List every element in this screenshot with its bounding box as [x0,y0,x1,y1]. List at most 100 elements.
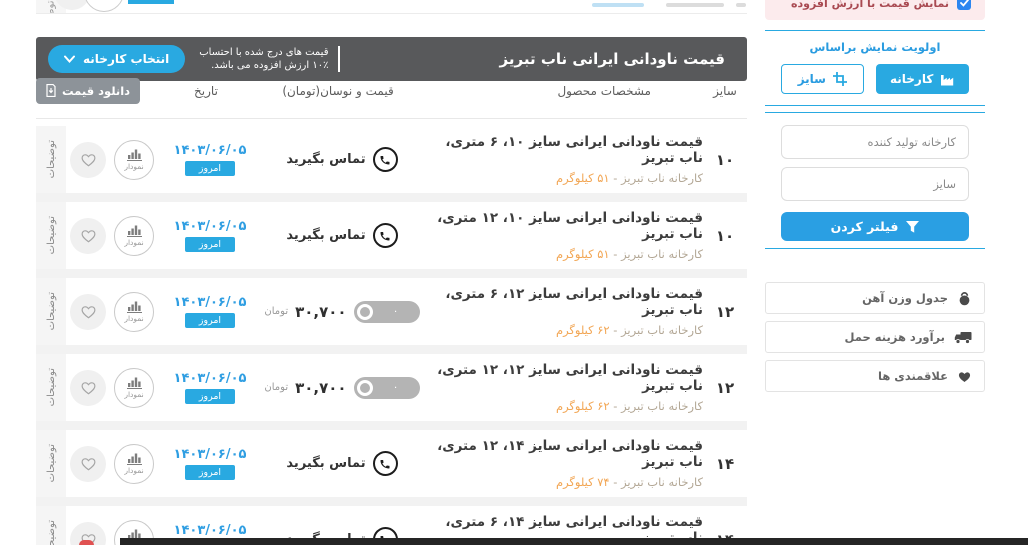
today-badge: امروز [185,313,235,328]
vat-note: قیمت های درج شده با احتساب ۱۰٪ ارزش افزو… [199,46,340,72]
size-value: ۱۰ [703,151,747,169]
favorite-button[interactable] [70,218,106,254]
factory-name: کارخانه ناب تبریز [610,475,703,489]
col-header-price: قیمت و نوسان(تومان) [258,84,418,98]
call-button[interactable]: تماس بگیرید [286,223,397,248]
favorite-button[interactable] [70,294,106,330]
clipped-text [736,3,746,7]
bar-chart-icon [127,300,142,313]
price-cell: ۰ ۳۰,۷۰۰ تومان [262,377,422,399]
download-price-button[interactable]: دانلود قیمت [36,78,140,104]
chart-label: نمودار [124,466,143,475]
weight-value: ۷۴ کیلوگرم [556,475,610,489]
details-tab[interactable]: توضیحات [36,506,66,545]
call-label: تماس بگیرید [286,456,365,471]
change-value: ۰ [372,301,420,323]
chart-button[interactable]: نمودار [114,140,154,180]
details-label: توضیحات [46,140,57,178]
vat-checkbox[interactable] [957,0,971,10]
bar-chart-icon [127,452,142,465]
filter-panel: فیلتر کردن [765,112,985,249]
chart-button[interactable]: نمودار [114,444,154,484]
page-title-bar: قیمت ناودانی ایرانی ناب تبریز قیمت های د… [36,37,747,81]
factory-icon [940,73,955,86]
size-value: ۱۲ [703,303,747,321]
heart-outline-icon [80,228,97,243]
today-badge: امروز [185,389,235,404]
chart-button[interactable]: نمودار [114,292,154,332]
download-icon [46,84,56,97]
sidebar-item-weight-table[interactable]: جدول وزن آهن [765,282,985,314]
check-icon [960,0,969,7]
factory-name: کارخانه ناب تبریز [610,247,703,261]
chart-label: نمودار [124,238,143,247]
date-value: ۱۴۰۳/۰۶/۰۵ [174,523,247,538]
date-cell: ۱۴۰۳/۰۶/۰۵ امروز [158,219,262,252]
product-title-link[interactable]: قیمت ناودانی ایرانی سایز ۱۰، ۱۲ متری، نا… [428,210,703,242]
details-label: توضیحات [46,216,57,254]
size-input[interactable] [781,167,969,201]
price-value: ۳۰,۷۰۰ [295,303,346,321]
date-cell: ۱۴۰۳/۰۶/۰۵ امروز [158,447,262,480]
no-change-icon [357,380,373,396]
favorite-button[interactable] [70,370,106,406]
filter-button[interactable]: فیلتر کردن [781,212,969,241]
bar-chart-icon [127,224,142,237]
select-factory-button[interactable]: انتخاب کارخانه [48,45,185,73]
product-subtitle: کارخانه ناب تبریز۶۲ کیلوگرم [428,323,703,337]
date-value: ۱۴۰۳/۰۶/۰۵ [174,219,247,234]
currency-label: تومان [264,306,288,317]
details-label: توضیحات [46,292,57,330]
priority-panel: اولویت نمایش براساس کارخانه سایز [765,30,985,106]
heart-icon [957,370,972,383]
chart-button[interactable]: نمودار [114,216,154,256]
product-title-link[interactable]: قیمت ناودانی ایرانی سایز ۱۰، ۶ متری، ناب… [428,134,703,166]
product-title-link[interactable]: قیمت ناودانی ایرانی سایز ۱۲، ۶ متری، ناب… [428,286,703,318]
product-subtitle: کارخانه ناب تبریز۵۱ کیلوگرم [428,247,703,261]
clipped-chart-button[interactable] [84,0,124,12]
price-cell: ۰ ۳۰,۷۰۰ تومان [262,301,422,323]
details-tab[interactable]: توضیحات [36,354,66,421]
sidebar-item-favorites[interactable]: علاقمندی ها [765,360,985,392]
call-button[interactable]: تماس بگیرید [286,451,397,476]
product-subtitle: کارخانه ناب تبریز۶۲ کیلوگرم [428,399,703,413]
priority-size-button[interactable]: سایز [781,64,864,94]
weight-value: ۵۱ کیلوگرم [556,247,610,261]
size-value: ۱۰ [703,227,747,245]
details-tab[interactable]: توضیحات [36,278,66,345]
call-button[interactable]: تماس بگیرید [286,147,397,172]
priority-title: اولویت نمایش براساس [765,40,985,54]
details-tab[interactable]: توضیحات [36,430,66,497]
details-tab[interactable]: توضیحات [36,202,66,269]
call-label: تماس بگیرید [286,152,365,167]
date-value: ۱۴۰۳/۰۶/۰۵ [174,295,247,310]
vat-label: نمایش قیمت با ارزش افزوده [791,0,949,10]
priority-factory-button[interactable]: کارخانه [876,64,969,94]
weight-value: ۵۱ کیلوگرم [556,171,610,185]
product-title-link[interactable]: قیمت ناودانی ایرانی سایز ۱۲، ۱۲ متری، نا… [428,362,703,394]
producer-input[interactable] [781,125,969,159]
details-tab[interactable]: توضیحات [36,126,66,193]
phone-icon [373,147,398,172]
price-row: ۱۲ قیمت ناودانی ایرانی سایز ۱۲، ۶ متری، … [36,278,747,345]
weight-icon [957,291,972,306]
chart-button[interactable]: نمودار [114,368,154,408]
product-title-link[interactable]: قیمت ناودانی ایرانی سایز ۱۴، ۱۲ متری، نا… [428,438,703,470]
date-value: ۱۴۰۳/۰۶/۰۵ [174,447,247,462]
currency-label: تومان [264,382,288,393]
phone-icon [373,223,398,248]
price-value: ۳۰,۷۰۰ [295,379,346,397]
chart-label: نمودار [124,162,143,171]
price-row: ۱۴ قیمت ناودانی ایرانی سایز ۱۴، ۱۲ متری،… [36,430,747,497]
sidebar-item-shipping-estimate[interactable]: برآورد هزینه حمل [765,321,985,353]
sidebar-links: جدول وزن آهن برآورد هزینه حمل علاقمندی ه… [765,282,985,399]
price-row: ۱۰ قیمت ناودانی ایرانی سایز ۱۰، ۱۲ متری،… [36,202,747,269]
date-cell: ۱۴۰۳/۰۶/۰۵ امروز [158,295,262,328]
price-row: ۱۲ قیمت ناودانی ایرانی سایز ۱۲، ۱۲ متری،… [36,354,747,421]
favorite-button[interactable] [70,142,106,178]
favorite-button[interactable] [70,446,106,482]
price-row: ۱۰ قیمت ناودانی ایرانی سایز ۱۰، ۶ متری، … [36,126,747,193]
date-cell: ۱۴۰۳/۰۶/۰۵ امروز [158,143,262,176]
bar-chart-icon [127,148,142,161]
heart-outline-icon [80,304,97,319]
